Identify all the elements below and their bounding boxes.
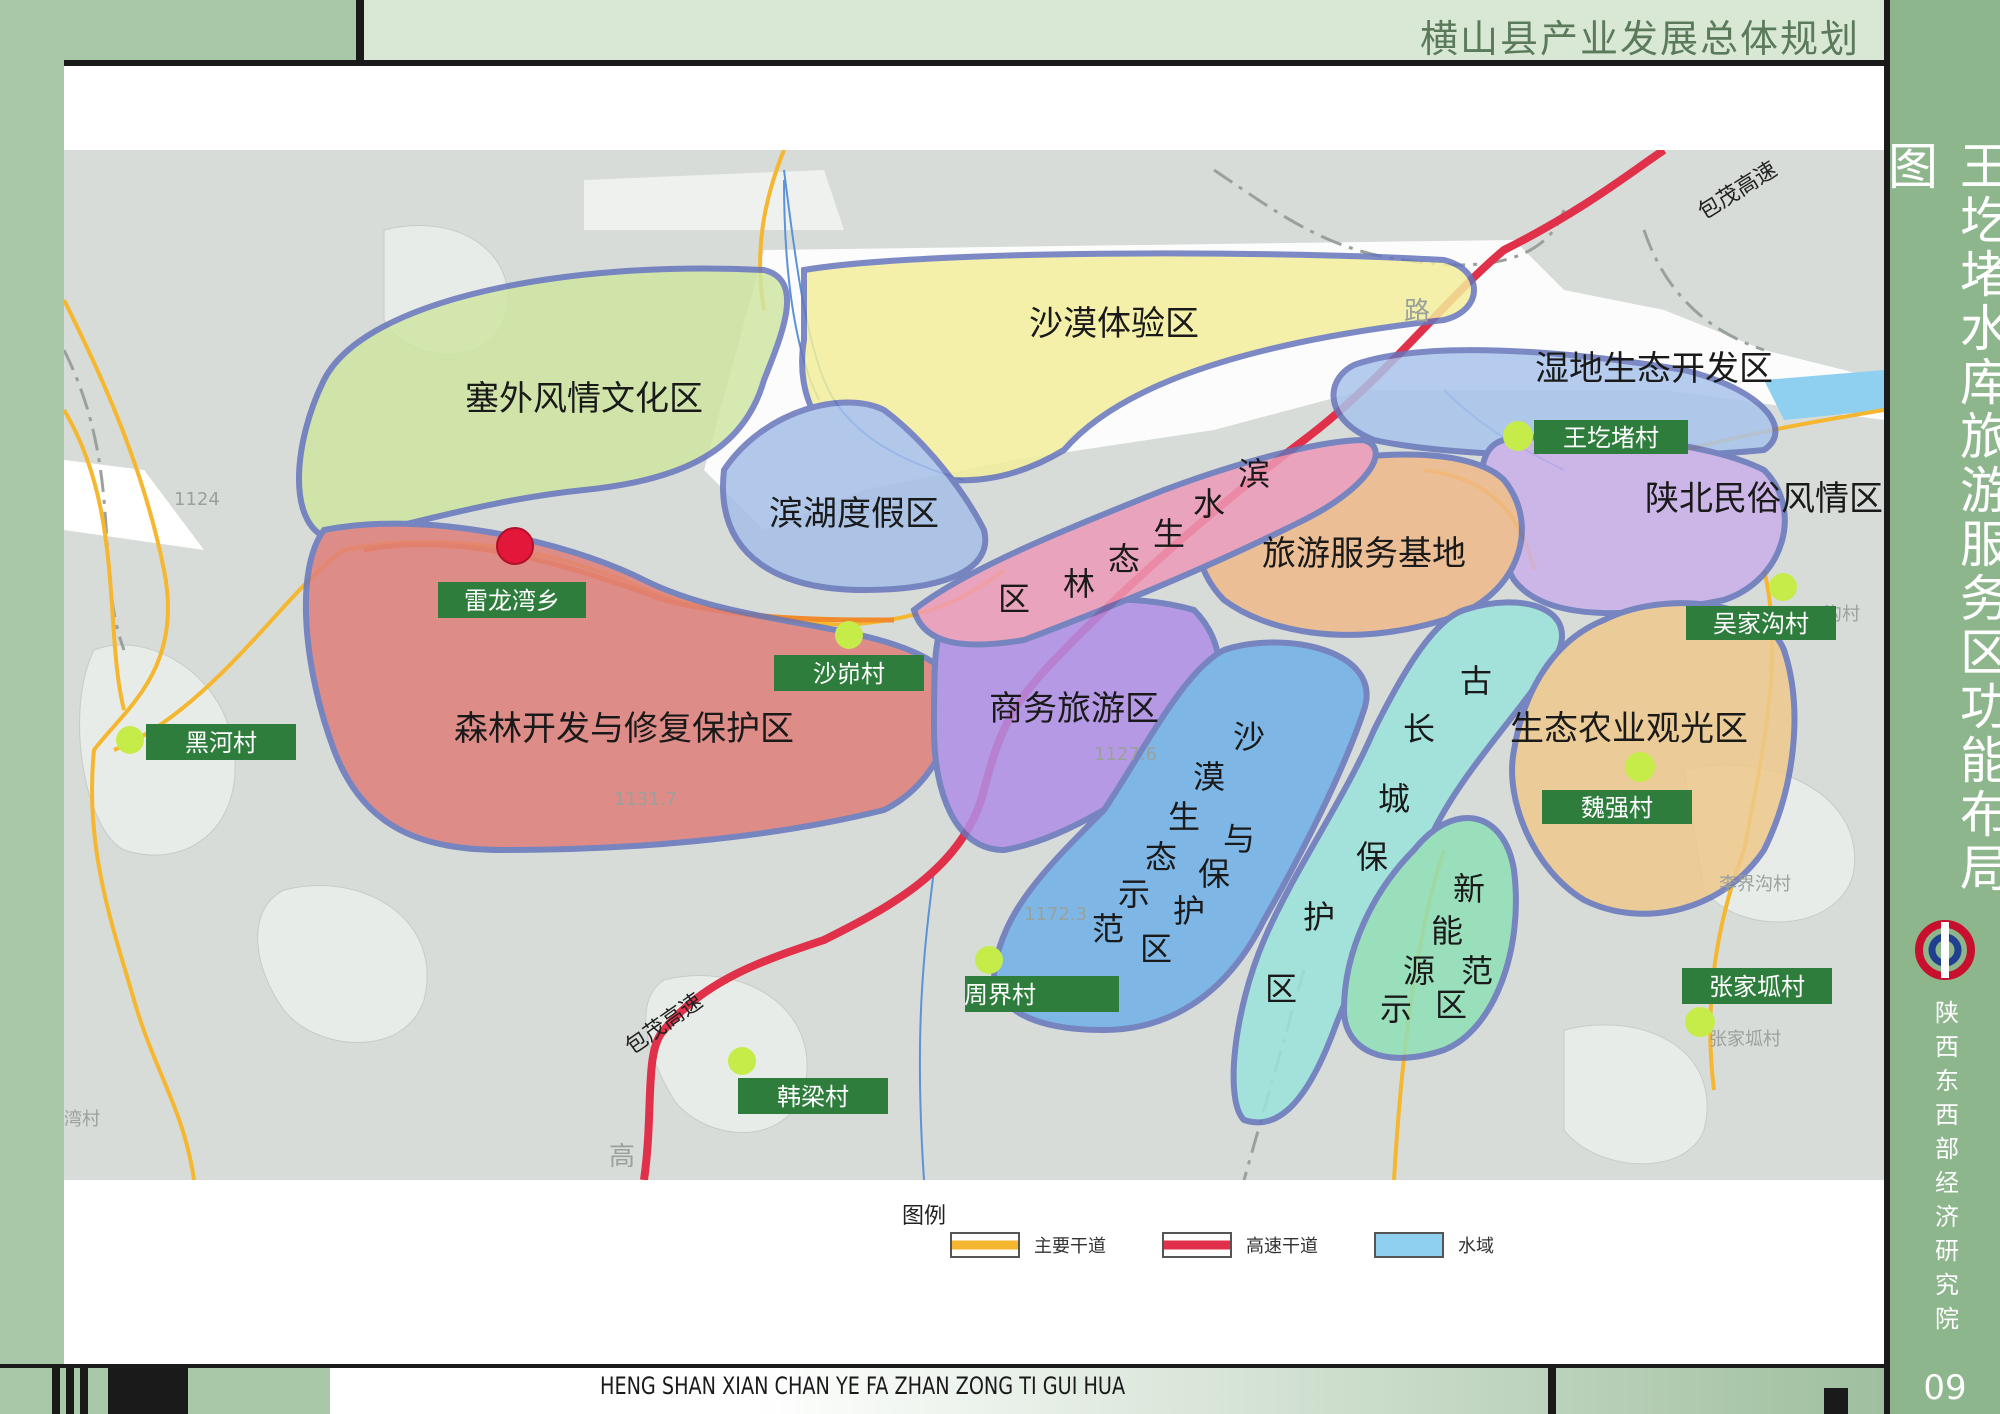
place-label: 李界沟村 bbox=[1719, 874, 1791, 895]
zone-label-eco-agriculture: 生态农业观光区 bbox=[1510, 709, 1748, 749]
desert-eco-char: 区 bbox=[1140, 930, 1172, 968]
page-number: 09 bbox=[1923, 1368, 1967, 1408]
zone-label-frontier-culture: 塞外风情文化区 bbox=[465, 379, 703, 419]
zone-label-wetland: 湿地生态开发区 bbox=[1535, 349, 1773, 389]
village-label-shamao: 沙峁村 bbox=[813, 660, 885, 688]
village-label-zhoujie: 周界村 bbox=[964, 981, 1036, 1009]
organization-name: 陕西东西部经济研究院 bbox=[1930, 1000, 1959, 1340]
institute-logo-icon bbox=[1915, 920, 1975, 980]
waterside-forest-char: 水 bbox=[1193, 485, 1225, 523]
legend-label: 主要干道 bbox=[1034, 1236, 1106, 1257]
legend-item-main-road: 主要干道 bbox=[950, 1232, 1106, 1258]
map-title: 王圪堵水库旅游服务区功能布局图 bbox=[1880, 140, 2000, 896]
village-marker bbox=[116, 726, 144, 754]
legend-swatch-main-road bbox=[950, 1232, 1020, 1258]
function-layout-map: 沙漠体验区 塞外风情文化区 湿地生态开发区 滨湖度假区 陕北民俗风情区 旅游服务… bbox=[64, 150, 1884, 1180]
header-divider bbox=[356, 0, 364, 60]
place-label: 路 bbox=[1404, 297, 1430, 327]
village-label-leilongwan: 雷龙湾乡 bbox=[464, 587, 560, 615]
great-wall-char: 城 bbox=[1378, 780, 1410, 818]
elevation-label: 1172.3 bbox=[1024, 904, 1087, 925]
elevation-label: 1127.6 bbox=[1094, 744, 1157, 765]
waterside-forest-char: 滨 bbox=[1238, 455, 1270, 493]
desert-eco-char: 示 bbox=[1118, 875, 1150, 913]
great-wall-char: 区 bbox=[1265, 970, 1297, 1008]
great-wall-char: 护 bbox=[1303, 898, 1335, 936]
zone-label-lakeside-resort: 滨湖度假区 bbox=[769, 494, 939, 534]
waterside-forest-char: 林 bbox=[1063, 565, 1095, 603]
new-energy-char: 新 bbox=[1453, 870, 1485, 908]
legend-swatch-highway bbox=[1162, 1232, 1232, 1258]
legend-title: 图例 bbox=[902, 1204, 947, 1229]
left-frame-strip bbox=[0, 0, 64, 1414]
zone-label-tourism-base: 旅游服务基地 bbox=[1262, 534, 1466, 574]
village-marker bbox=[1625, 752, 1655, 782]
village-label-wanggedu: 王圪堵村 bbox=[1563, 424, 1659, 452]
new-energy-char: 能 bbox=[1431, 912, 1463, 950]
desert-eco-char: 漠 bbox=[1193, 758, 1225, 796]
legend-item-water: 水域 bbox=[1374, 1232, 1494, 1258]
waterside-forest-char: 态 bbox=[1108, 540, 1140, 578]
legend: 主要干道 高速干道 水域 bbox=[950, 1232, 1494, 1258]
new-energy-char: 示 bbox=[1380, 990, 1412, 1028]
legend-label: 水域 bbox=[1458, 1236, 1494, 1257]
waterside-forest-char: 生 bbox=[1153, 515, 1185, 553]
elevation-label: 1124 bbox=[174, 489, 220, 510]
village-marker bbox=[1503, 421, 1533, 451]
place-label: 张家坬村 bbox=[1709, 1029, 1781, 1050]
footer-square bbox=[1824, 1388, 1848, 1414]
new-energy-char: 区 bbox=[1435, 986, 1467, 1024]
legend-item-highway: 高速干道 bbox=[1162, 1232, 1318, 1258]
desert-eco-char: 护 bbox=[1173, 892, 1205, 930]
town-marker-red bbox=[496, 527, 534, 565]
footer-stripes bbox=[52, 1368, 108, 1414]
village-marker bbox=[1769, 573, 1797, 601]
desert-eco-char: 范 bbox=[1092, 910, 1124, 948]
new-energy-char: 源 bbox=[1403, 952, 1435, 990]
village-label-heihe: 黑河村 bbox=[185, 729, 257, 757]
zone-label-folk-customs: 陕北民俗风情区 bbox=[1645, 479, 1883, 519]
waterside-forest-char: 区 bbox=[998, 580, 1030, 618]
village-marker bbox=[728, 1047, 756, 1075]
footer-pinyin: HENG SHAN XIAN CHAN YE FA ZHAN ZONG TI G… bbox=[600, 1372, 1126, 1400]
desert-eco-char: 生 bbox=[1168, 798, 1200, 836]
village-marker bbox=[975, 946, 1003, 974]
desert-eco-char: 保 bbox=[1198, 855, 1230, 893]
village-marker bbox=[835, 621, 863, 649]
great-wall-char: 古 bbox=[1460, 662, 1492, 700]
zone-label-business-tourism: 商务旅游区 bbox=[989, 689, 1159, 729]
new-energy-char: 范 bbox=[1461, 952, 1493, 990]
footer-black-block bbox=[108, 1368, 188, 1414]
place-label: 湾村 bbox=[64, 1109, 100, 1130]
footer-divider bbox=[1548, 1368, 1556, 1414]
village-label-wujiagou: 吴家沟村 bbox=[1713, 610, 1809, 638]
great-wall-char: 保 bbox=[1356, 838, 1388, 876]
document-title: 横山县产业发展总体规划 bbox=[1419, 17, 1860, 61]
desert-eco-char: 沙 bbox=[1233, 718, 1265, 756]
legend-label: 高速干道 bbox=[1246, 1236, 1318, 1257]
desert-eco-char: 态 bbox=[1145, 838, 1177, 876]
village-marker bbox=[1685, 1007, 1715, 1037]
place-label: 高 bbox=[609, 1142, 635, 1172]
zone-label-desert-experience: 沙漠体验区 bbox=[1029, 304, 1199, 344]
zone-label-forest-restoration: 森林开发与修复保护区 bbox=[454, 709, 794, 749]
village-label-hanliang: 韩梁村 bbox=[777, 1083, 849, 1111]
organization-name-container: 陕西东西部经济研究院 bbox=[1890, 1000, 2000, 1360]
village-label-zhangjiagua: 张家坬村 bbox=[1709, 973, 1805, 1001]
map-title-container: 王圪堵水库旅游服务区功能布局图 bbox=[1880, 140, 2000, 900]
desert-eco-char: 与 bbox=[1223, 820, 1255, 858]
legend-swatch-water bbox=[1374, 1232, 1444, 1258]
great-wall-char: 长 bbox=[1403, 710, 1435, 748]
elevation-label: 1131.7 bbox=[614, 789, 677, 810]
village-label-weiqiang: 魏强村 bbox=[1581, 794, 1653, 822]
